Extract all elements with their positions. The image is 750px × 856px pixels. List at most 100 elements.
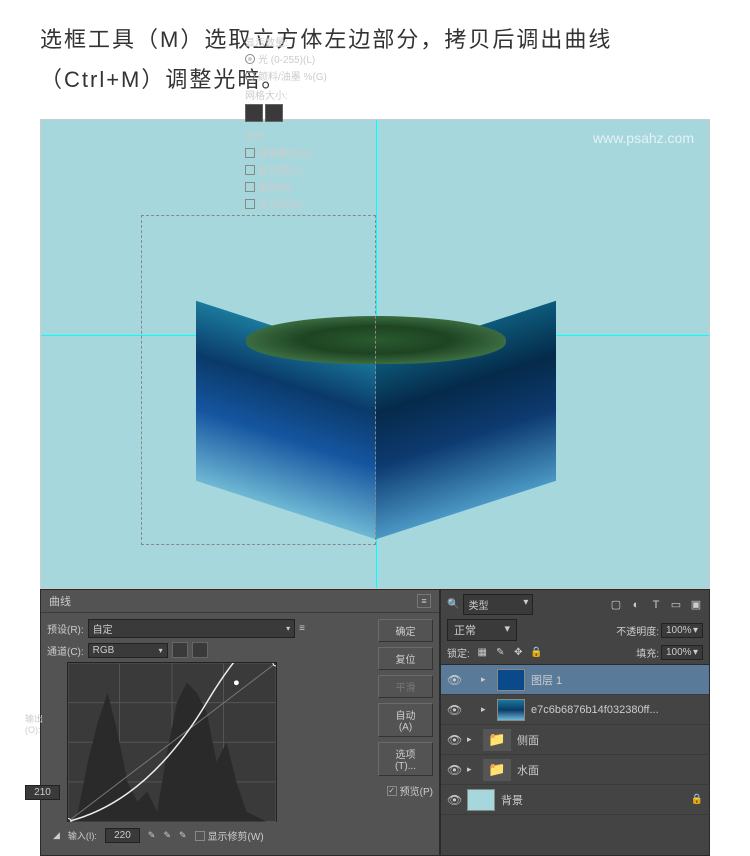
- blend-mode-dropdown[interactable]: 正常 ▾: [447, 619, 517, 641]
- eyedropper-gray-icon[interactable]: ✎: [163, 830, 171, 841]
- panel-menu-icon[interactable]: ≡: [417, 594, 431, 608]
- channel-overlay-label: 通道叠加(V): [258, 145, 311, 160]
- output-input[interactable]: 210: [25, 785, 60, 800]
- blend-mode-value: 正常: [454, 622, 476, 638]
- layers-list: 👁 ▸ 图层 1 👁 ▸ e7c6b6876b14f032380ff... 👁 …: [441, 665, 709, 815]
- baseline-label: 基线(B): [258, 179, 291, 194]
- curves-header[interactable]: 曲线 ≡: [41, 590, 439, 613]
- grid-large-icon[interactable]: [265, 104, 283, 122]
- cancel-button[interactable]: 复位: [378, 647, 433, 670]
- folder-expand-icon[interactable]: ▸: [467, 734, 477, 745]
- histogram: [68, 663, 276, 821]
- eyedropper-white-icon[interactable]: ✎: [179, 830, 187, 841]
- output-label: 输出(O):: [25, 712, 43, 735]
- pigment-label: 颜料/油墨 %(G): [258, 68, 327, 83]
- lock-all-icon[interactable]: 🔒: [530, 646, 543, 659]
- layers-panel: 🔍 类型 ▾ ▢ ◐ T ▭ ▣ 正常 ▾: [440, 589, 710, 856]
- folder-icon: 📁: [483, 729, 511, 751]
- preview-checkbox[interactable]: [387, 786, 397, 796]
- preview-label: 预览(P): [400, 783, 433, 798]
- lock-label: 锁定:: [447, 645, 470, 660]
- preset-label: 预设(R):: [47, 621, 84, 636]
- channel-dropdown[interactable]: RGB ▾: [88, 643, 168, 658]
- grid-small-icon[interactable]: [245, 104, 263, 122]
- type-filter-dropdown[interactable]: 类型 ▾: [463, 594, 533, 615]
- filter-adjust-icon[interactable]: ◐: [629, 598, 643, 612]
- curves-panel: 曲线 ≡ 预设(R): 自定 ▾ ≡ 通道(C): RGB ▾: [40, 589, 440, 856]
- channel-value: RGB: [93, 645, 115, 656]
- auto-button[interactable]: 自动(A): [378, 703, 433, 737]
- layer-row[interactable]: 👁 背景 🔒: [441, 785, 709, 815]
- chevron-down-icon: ▾: [693, 647, 698, 658]
- opacity-value: 100%: [666, 625, 692, 636]
- curves-title: 曲线: [49, 593, 417, 609]
- layer-row[interactable]: 👁 ▸ 📁 水面: [441, 755, 709, 785]
- layer-thumbnail[interactable]: [497, 699, 525, 721]
- filter-text-icon[interactable]: T: [649, 598, 663, 612]
- opacity-label: 不透明度:: [616, 623, 659, 638]
- layer-expand-icon[interactable]: ▸: [481, 704, 491, 715]
- filter-image-icon[interactable]: ▢: [609, 598, 623, 612]
- fill-label: 填充:: [636, 645, 659, 660]
- curve-pencil-tool[interactable]: [192, 642, 208, 658]
- preset-dropdown[interactable]: 自定 ▾: [88, 619, 295, 638]
- intersection-label: 交叉线(N): [258, 196, 302, 211]
- layer-row[interactable]: 👁 ▸ 图层 1: [441, 665, 709, 695]
- input-input[interactable]: 220: [105, 828, 140, 843]
- show-label: 显示:: [245, 128, 355, 143]
- light-radio[interactable]: [245, 54, 255, 64]
- visibility-toggle[interactable]: 👁: [447, 763, 461, 777]
- channel-overlay-checkbox[interactable]: [245, 148, 255, 158]
- visibility-toggle[interactable]: 👁: [447, 793, 461, 807]
- visibility-toggle[interactable]: 👁: [447, 703, 461, 717]
- chevron-down-icon: ▾: [523, 597, 528, 612]
- visibility-toggle[interactable]: 👁: [447, 673, 461, 687]
- layer-name[interactable]: 侧面: [517, 732, 703, 748]
- display-section-label: 显示数量:: [245, 34, 355, 49]
- filter-smart-icon[interactable]: ▣: [689, 598, 703, 612]
- canvas-area[interactable]: www.psahz.com: [40, 119, 710, 589]
- marquee-selection[interactable]: [141, 215, 376, 545]
- layer-expand-icon[interactable]: ▸: [481, 674, 491, 685]
- filter-shape-icon[interactable]: ▭: [669, 598, 683, 612]
- lock-transparent-icon[interactable]: ▦: [476, 646, 489, 659]
- grid-label: 网格大小:: [245, 87, 355, 102]
- pigment-radio[interactable]: [245, 71, 255, 81]
- preset-menu-icon[interactable]: ≡: [299, 623, 305, 634]
- type-filter-label: 类型: [468, 597, 488, 612]
- show-clipping-checkbox[interactable]: [195, 831, 205, 841]
- layer-row[interactable]: 👁 ▸ e7c6b6876b14f032380ff...: [441, 695, 709, 725]
- panels-area: 曲线 ≡ 预设(R): 自定 ▾ ≡ 通道(C): RGB ▾: [40, 589, 710, 856]
- smooth-button[interactable]: 平滑: [378, 675, 433, 698]
- eyedropper-icon[interactable]: ◢: [53, 830, 60, 841]
- watermark: www.psahz.com: [593, 130, 694, 146]
- layer-name[interactable]: 图层 1: [531, 672, 703, 688]
- lock-pixels-icon[interactable]: ✎: [494, 646, 507, 659]
- channel-label: 通道(C):: [47, 643, 84, 658]
- opacity-input[interactable]: 100% ▾: [661, 623, 703, 638]
- layer-name[interactable]: 水面: [517, 762, 703, 778]
- ok-button[interactable]: 确定: [378, 619, 433, 642]
- chevron-down-icon: ▾: [159, 646, 163, 655]
- layer-thumbnail[interactable]: [467, 789, 495, 811]
- layer-name[interactable]: 背景: [501, 792, 685, 808]
- visibility-toggle[interactable]: 👁: [447, 733, 461, 747]
- baseline-checkbox[interactable]: [245, 182, 255, 192]
- layer-thumbnail[interactable]: [497, 669, 525, 691]
- intersection-checkbox[interactable]: [245, 199, 255, 209]
- lock-icon: 🔒: [691, 794, 703, 805]
- curves-graph[interactable]: [67, 662, 277, 822]
- layer-row[interactable]: 👁 ▸ 📁 侧面: [441, 725, 709, 755]
- search-icon: 🔍: [447, 599, 459, 610]
- show-clipping-label: 显示修剪(W): [208, 828, 264, 843]
- folder-expand-icon[interactable]: ▸: [467, 764, 477, 775]
- fill-input[interactable]: 100% ▾: [661, 645, 703, 660]
- preset-value: 自定: [93, 621, 113, 636]
- options-button[interactable]: 选项(T)...: [378, 742, 433, 776]
- histogram-checkbox[interactable]: [245, 165, 255, 175]
- eyedropper-black-icon[interactable]: ✎: [148, 830, 156, 841]
- lock-position-icon[interactable]: ✥: [512, 646, 525, 659]
- layer-name[interactable]: e7c6b6876b14f032380ff...: [531, 704, 703, 716]
- chevron-down-icon: ▾: [693, 625, 698, 636]
- curve-draw-tool[interactable]: [172, 642, 188, 658]
